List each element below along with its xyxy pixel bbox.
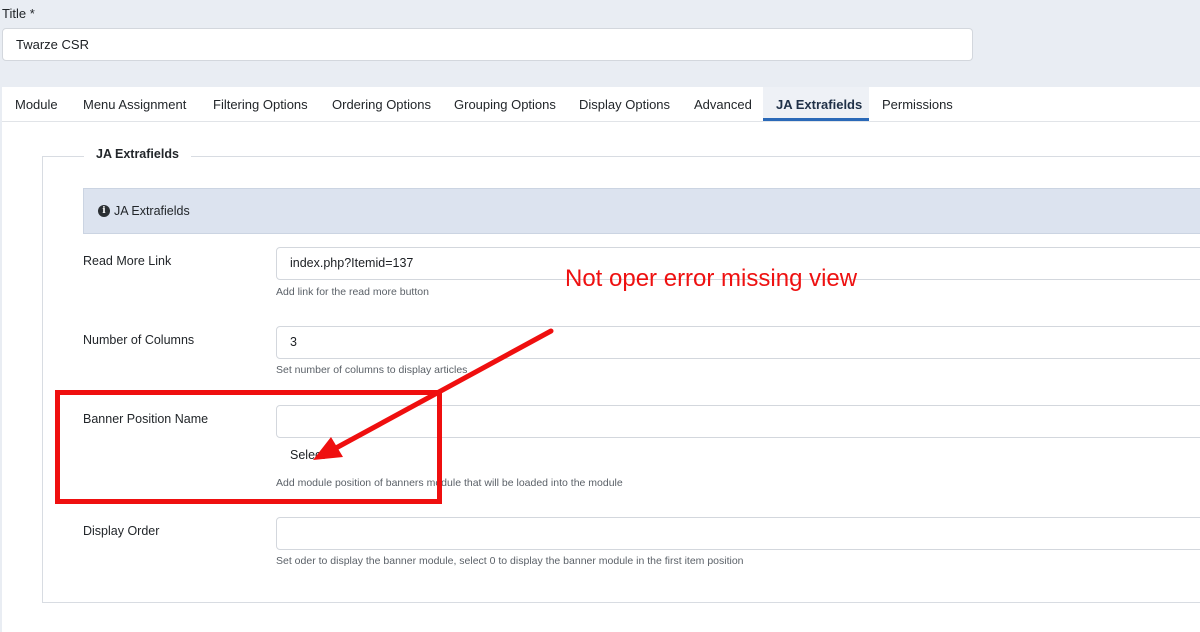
display-order-input[interactable] — [276, 517, 1200, 550]
annotation-text: Not oper error missing view — [565, 265, 858, 292]
tab-display-options[interactable]: Display Options — [566, 87, 683, 121]
number-of-columns-desc: Set number of columns to display article… — [276, 364, 468, 376]
tab-advanced[interactable]: Advanced — [681, 87, 765, 121]
title-label: Title * — [2, 6, 35, 21]
number-of-columns-input[interactable]: 3 — [276, 326, 1200, 359]
tab-filtering-options[interactable]: Filtering Options — [200, 87, 321, 121]
banner-position-name-label: Banner Position Name — [83, 412, 209, 426]
alert-text: JA Extrafields — [114, 204, 190, 218]
info-alert: i JA Extrafields — [83, 188, 1200, 234]
info-circle-icon: i — [98, 205, 110, 217]
tab-permissions[interactable]: Permissions — [869, 87, 966, 121]
read-more-link-label: Read More Link — [83, 254, 172, 268]
display-order-desc: Set oder to display the banner module, s… — [276, 555, 744, 567]
tab-grouping-options[interactable]: Grouping Options — [441, 87, 569, 121]
number-of-columns-label: Number of Columns — [83, 333, 195, 347]
banner-position-name-desc: Add module position of banners module th… — [276, 477, 623, 489]
tab-menu-assignment[interactable]: Menu Assignment — [70, 87, 199, 121]
read-more-link-desc: Add link for the read more button — [276, 286, 429, 298]
banner-position-select[interactable]: Select — [290, 448, 325, 462]
tab-ja-extrafields[interactable]: JA Extrafields — [763, 87, 869, 121]
tab-ordering-options[interactable]: Ordering Options — [319, 87, 444, 121]
tab-bar: Module Menu Assignment Filtering Options… — [2, 87, 1200, 122]
display-order-label: Display Order — [83, 524, 160, 538]
fieldset-legend: JA Extrafields — [84, 147, 191, 161]
banner-position-name-input[interactable] — [276, 405, 1200, 438]
tab-panel: JA Extrafields i JA Extrafields Read Mor… — [2, 122, 1200, 632]
tab-module[interactable]: Module — [2, 87, 71, 121]
title-input[interactable]: Twarze CSR — [2, 28, 973, 61]
